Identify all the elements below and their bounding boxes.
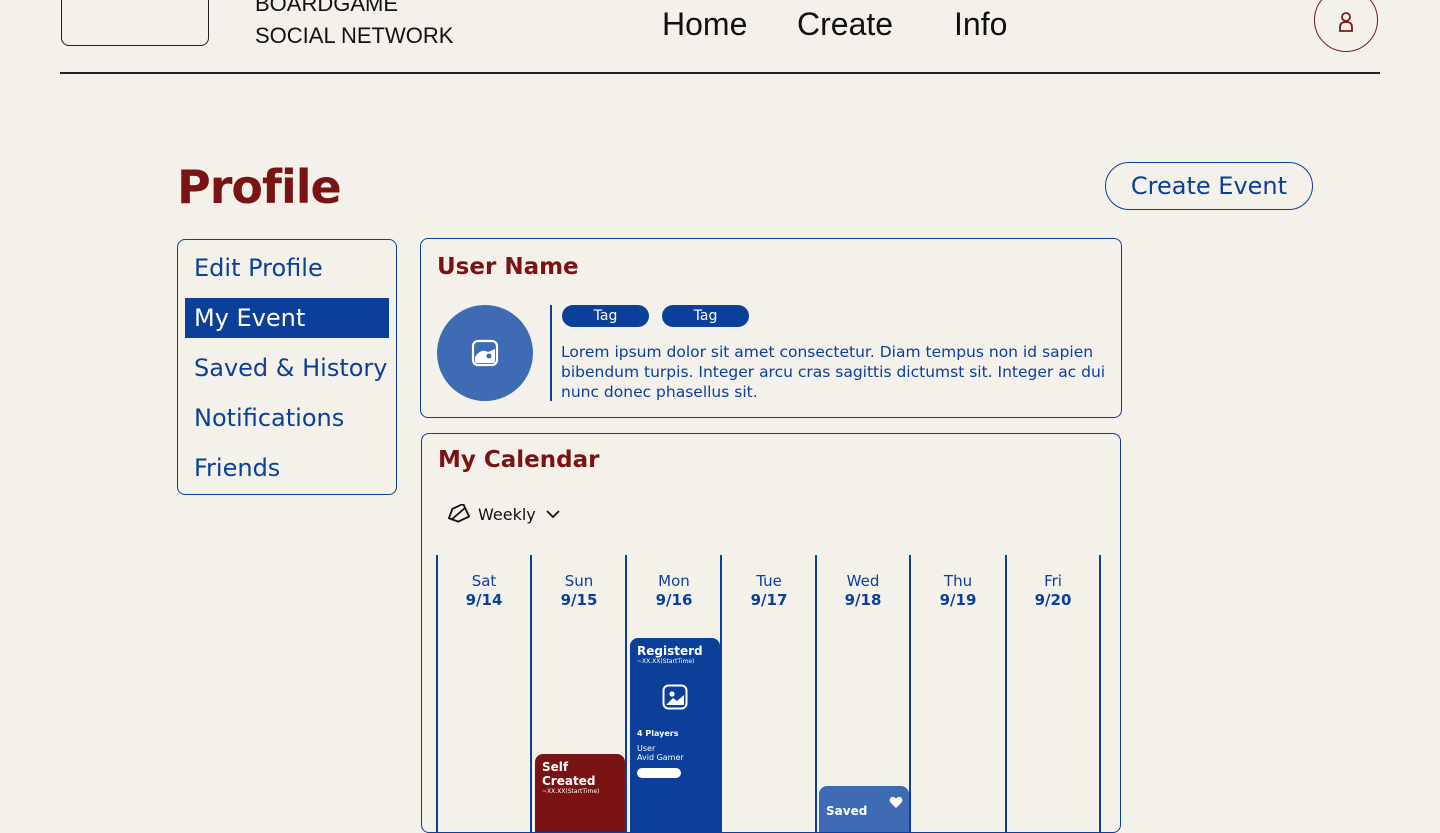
user-tag[interactable]: Tag — [662, 305, 749, 327]
brand-line-2: SOCIAL NETWORK — [255, 23, 454, 48]
day-name: Thu — [943, 572, 973, 590]
event-time: ~XX.XX(StartTime) — [542, 788, 600, 795]
nav-create[interactable]: Create — [797, 5, 893, 43]
day-date: 9/16 — [655, 591, 693, 609]
sidebar-item-edit-profile[interactable]: Edit Profile — [185, 248, 389, 288]
profile-sidebar: Edit Profile My Event Saved & History No… — [177, 239, 397, 495]
event-players: 4 Players — [637, 729, 679, 738]
calendar-title: My Calendar — [438, 447, 600, 473]
event-title: Self Created — [542, 760, 596, 788]
nav-home[interactable]: Home — [662, 5, 747, 43]
event-card-registered[interactable]: Registerd ~XX.XX(StartTime) 4 Players Us… — [630, 638, 720, 832]
day-header-sat[interactable]: Sat 9/14 — [437, 572, 531, 610]
day-date: 9/19 — [939, 591, 977, 609]
image-icon — [662, 684, 688, 710]
heart-icon[interactable] — [889, 796, 903, 809]
user-info-card: User Name Tag Tag Lorem ipsum dolor sit … — [420, 238, 1122, 418]
day-header-sun[interactable]: Sun 9/15 — [532, 572, 626, 610]
event-host-label: User — [637, 744, 656, 753]
day-name: Sun — [564, 572, 594, 590]
day-name: Mon — [658, 572, 690, 590]
day-date: 9/20 — [1034, 591, 1072, 609]
header-divider — [60, 72, 1380, 74]
view-selector[interactable]: Weekly — [446, 504, 562, 524]
user-name: User Name — [437, 254, 579, 280]
logo-placeholder[interactable] — [61, 0, 209, 46]
event-image — [637, 665, 713, 729]
day-header-wed[interactable]: Wed 9/18 — [816, 572, 910, 610]
page-title: Profile — [177, 160, 342, 214]
event-title: Registerd — [637, 644, 703, 658]
day-date: 9/17 — [750, 591, 788, 609]
day-header-tue[interactable]: Tue 9/17 — [722, 572, 816, 610]
day-date: 9/14 — [465, 591, 503, 609]
day-name: Fri — [1044, 572, 1062, 590]
divider — [550, 305, 552, 401]
sidebar-item-my-event[interactable]: My Event — [185, 298, 389, 338]
day-date: 9/15 — [560, 591, 598, 609]
sidebar-item-friends[interactable]: Friends — [185, 448, 389, 488]
calendar-card: My Calendar Weekly Sat 9/14 Sun 9/15 Mon… — [421, 433, 1121, 833]
user-tag[interactable]: Tag — [562, 305, 649, 327]
event-time: ~XX.XX(StartTime) — [637, 658, 695, 665]
day-header-fri[interactable]: Fri 9/20 — [1006, 572, 1100, 610]
sidebar-item-saved-history[interactable]: Saved & History — [185, 348, 389, 388]
day-header-thu[interactable]: Thu 9/19 — [911, 572, 1005, 610]
nav-info[interactable]: Info — [954, 5, 1007, 43]
user-icon — [1339, 12, 1353, 32]
day-date: 9/18 — [844, 591, 882, 609]
event-host-desc: Avid Gamer — [637, 753, 684, 762]
create-event-button[interactable]: Create Event — [1105, 162, 1313, 210]
view-selector-label: Weekly — [478, 504, 536, 524]
sidebar-item-notifications[interactable]: Notifications — [185, 398, 389, 438]
event-card-self-created[interactable]: Self Created ~XX.XX(StartTime) — [535, 754, 625, 832]
day-name: Wed — [846, 572, 880, 590]
event-action-button[interactable] — [637, 768, 681, 778]
chevron-down-icon — [546, 510, 560, 519]
day-name: Sat — [471, 572, 497, 590]
brand-line-1: BOARDGAME — [255, 0, 399, 16]
day-name: Tue — [756, 572, 782, 590]
avatar[interactable] — [437, 305, 533, 401]
brand-name: BOARDGAME SOCIAL NETWORK — [255, 0, 453, 52]
tag-icon — [447, 504, 470, 523]
user-bio: Lorem ipsum dolor sit amet consectetur. … — [561, 343, 1106, 401]
account-button[interactable] — [1314, 0, 1378, 52]
day-header-mon[interactable]: Mon 9/16 — [627, 572, 721, 610]
image-icon — [471, 339, 499, 367]
